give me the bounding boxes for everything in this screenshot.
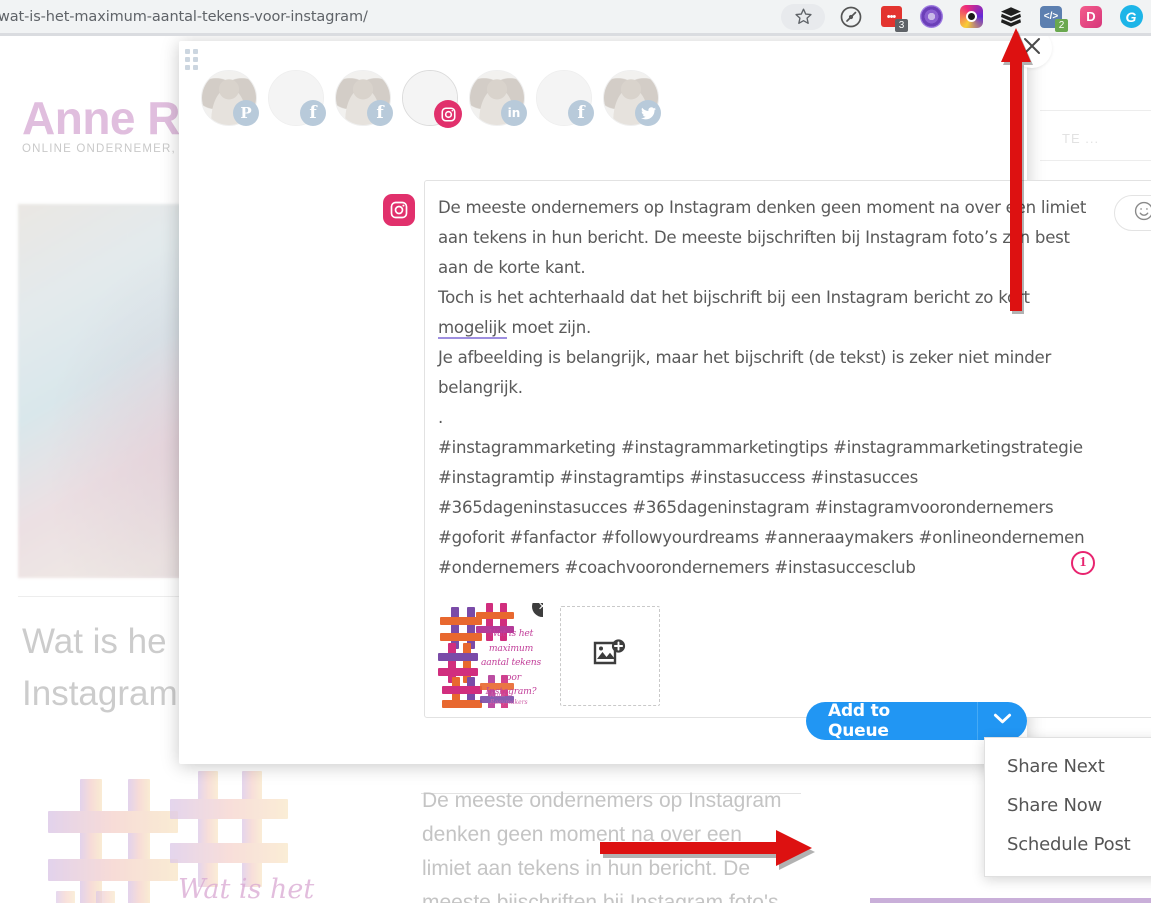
article-heading: Wat is he Instagram bbox=[22, 622, 178, 713]
drag-handle-icon[interactable] bbox=[185, 49, 199, 71]
thumb-caption-line-1: Wat is het bbox=[488, 628, 534, 639]
post-text-part-1: De meeste ondernemers op Instagram denke… bbox=[438, 198, 1087, 307]
thumb-caption-line-2: maximum bbox=[488, 642, 534, 654]
post-text-content[interactable]: De meeste ondernemers op Instagram denke… bbox=[438, 193, 1098, 583]
site-title: Anne Ra bbox=[22, 92, 206, 144]
footer-top-bar bbox=[870, 898, 1151, 903]
grammarly-extension-icon[interactable]: G bbox=[1111, 0, 1151, 33]
thumb-caption-line-3: aantal tekens bbox=[480, 657, 542, 668]
smiley-face-icon bbox=[1133, 200, 1151, 227]
thumbnail-signature: Anne Raaymakers bbox=[490, 692, 528, 706]
linkedin-icon: in bbox=[501, 100, 527, 126]
address-bar-url[interactable]: wat-is-het-maximum-aantal-tekens-voor-in… bbox=[0, 9, 368, 25]
divider bbox=[1040, 160, 1151, 161]
instagram-extension-icon[interactable] bbox=[951, 0, 991, 33]
profile-instagram[interactable] bbox=[402, 70, 462, 128]
post-actions: Add to Queue Share Next Share Now Schedule… bbox=[806, 702, 1151, 877]
buffer-extension-icon[interactable] bbox=[991, 0, 1031, 33]
instagram-icon bbox=[434, 100, 462, 128]
menu-item-schedule-post[interactable]: Schedule Post bbox=[985, 825, 1151, 864]
article-image-caption: Wat is het bbox=[178, 874, 315, 903]
twitter-icon bbox=[635, 100, 661, 126]
add-to-queue-label: Add to Queue bbox=[828, 702, 891, 740]
facebook-icon: f bbox=[568, 100, 594, 126]
d-extension-icon[interactable]: D bbox=[1071, 0, 1111, 33]
profile-twitter[interactable] bbox=[603, 70, 661, 126]
instagram-icon bbox=[383, 194, 415, 226]
add-image-button[interactable] bbox=[560, 606, 660, 706]
purple-circle-extension-icon[interactable] bbox=[911, 0, 951, 33]
browser-extension-icons: ••• 3 </> 2 D G bbox=[781, 0, 1151, 33]
close-icon bbox=[1021, 35, 1043, 62]
article-body-text: De meeste ondernemers op Instagram denke… bbox=[422, 789, 782, 903]
thumbnail-caption: Wat is het maximum aantal tekens voor In… bbox=[476, 627, 543, 700]
post-actions-dropdown-menu: Share Next Share Now Schedule Post bbox=[984, 737, 1151, 877]
social-profiles-row: Pf f in f bbox=[201, 63, 1007, 133]
emoji-picker-button[interactable] bbox=[1114, 195, 1151, 231]
add-to-queue-dropdown-toggle[interactable] bbox=[977, 702, 1027, 740]
post-text-part-2: moet zijn. Je afbeelding is belangrijk, … bbox=[438, 318, 1085, 577]
facebook-icon: f bbox=[300, 100, 326, 126]
add-image-icon bbox=[593, 638, 627, 674]
profile-facebook-2[interactable]: f bbox=[335, 70, 393, 126]
menu-item-share-now[interactable]: Share Now bbox=[985, 786, 1151, 825]
extension-badge-count: 3 bbox=[895, 19, 908, 32]
divider bbox=[1040, 110, 1151, 111]
attachments-row: Wat is het maximum aantal tekens voor In… bbox=[438, 603, 660, 708]
menu-item-share-next[interactable]: Share Next bbox=[985, 747, 1151, 786]
star-icon[interactable] bbox=[781, 3, 825, 30]
profile-pinterest[interactable]: P bbox=[201, 70, 259, 126]
facebook-icon: f bbox=[367, 100, 393, 126]
profile-facebook-3[interactable]: f bbox=[536, 70, 594, 126]
profile-linkedin[interactable]: in bbox=[469, 70, 527, 126]
spellcheck-word: mogelijk bbox=[438, 318, 507, 339]
code-extension-icon[interactable]: </> 2 bbox=[1031, 0, 1071, 33]
compass-icon[interactable] bbox=[831, 0, 871, 33]
profile-facebook-1[interactable]: f bbox=[268, 70, 326, 126]
extension-badge-count: 2 bbox=[1055, 19, 1068, 32]
chevron-down-icon bbox=[993, 712, 1012, 730]
browser-toolbar: wat-is-het-maximum-aantal-tekens-voor-in… bbox=[0, 0, 1151, 33]
pinterest-icon: P bbox=[233, 100, 259, 126]
buffer-composer-modal: Pf f in f De meeste ondernemers op Instagra… bbox=[179, 41, 1151, 877]
annotation-step-badge-1: 1 bbox=[1071, 551, 1095, 575]
attached-image-thumbnail[interactable]: Wat is het maximum aantal tekens voor In… bbox=[438, 603, 543, 708]
speech-bubble-extension-icon[interactable]: ••• 3 bbox=[871, 0, 911, 33]
post-composer[interactable]: De meeste ondernemers op Instagram denke… bbox=[383, 180, 1151, 718]
toolbar-divider bbox=[0, 33, 1151, 36]
add-to-queue-button[interactable]: Add to Queue bbox=[806, 702, 1027, 740]
site-search-placeholder[interactable]: TE ... bbox=[1062, 131, 1099, 146]
